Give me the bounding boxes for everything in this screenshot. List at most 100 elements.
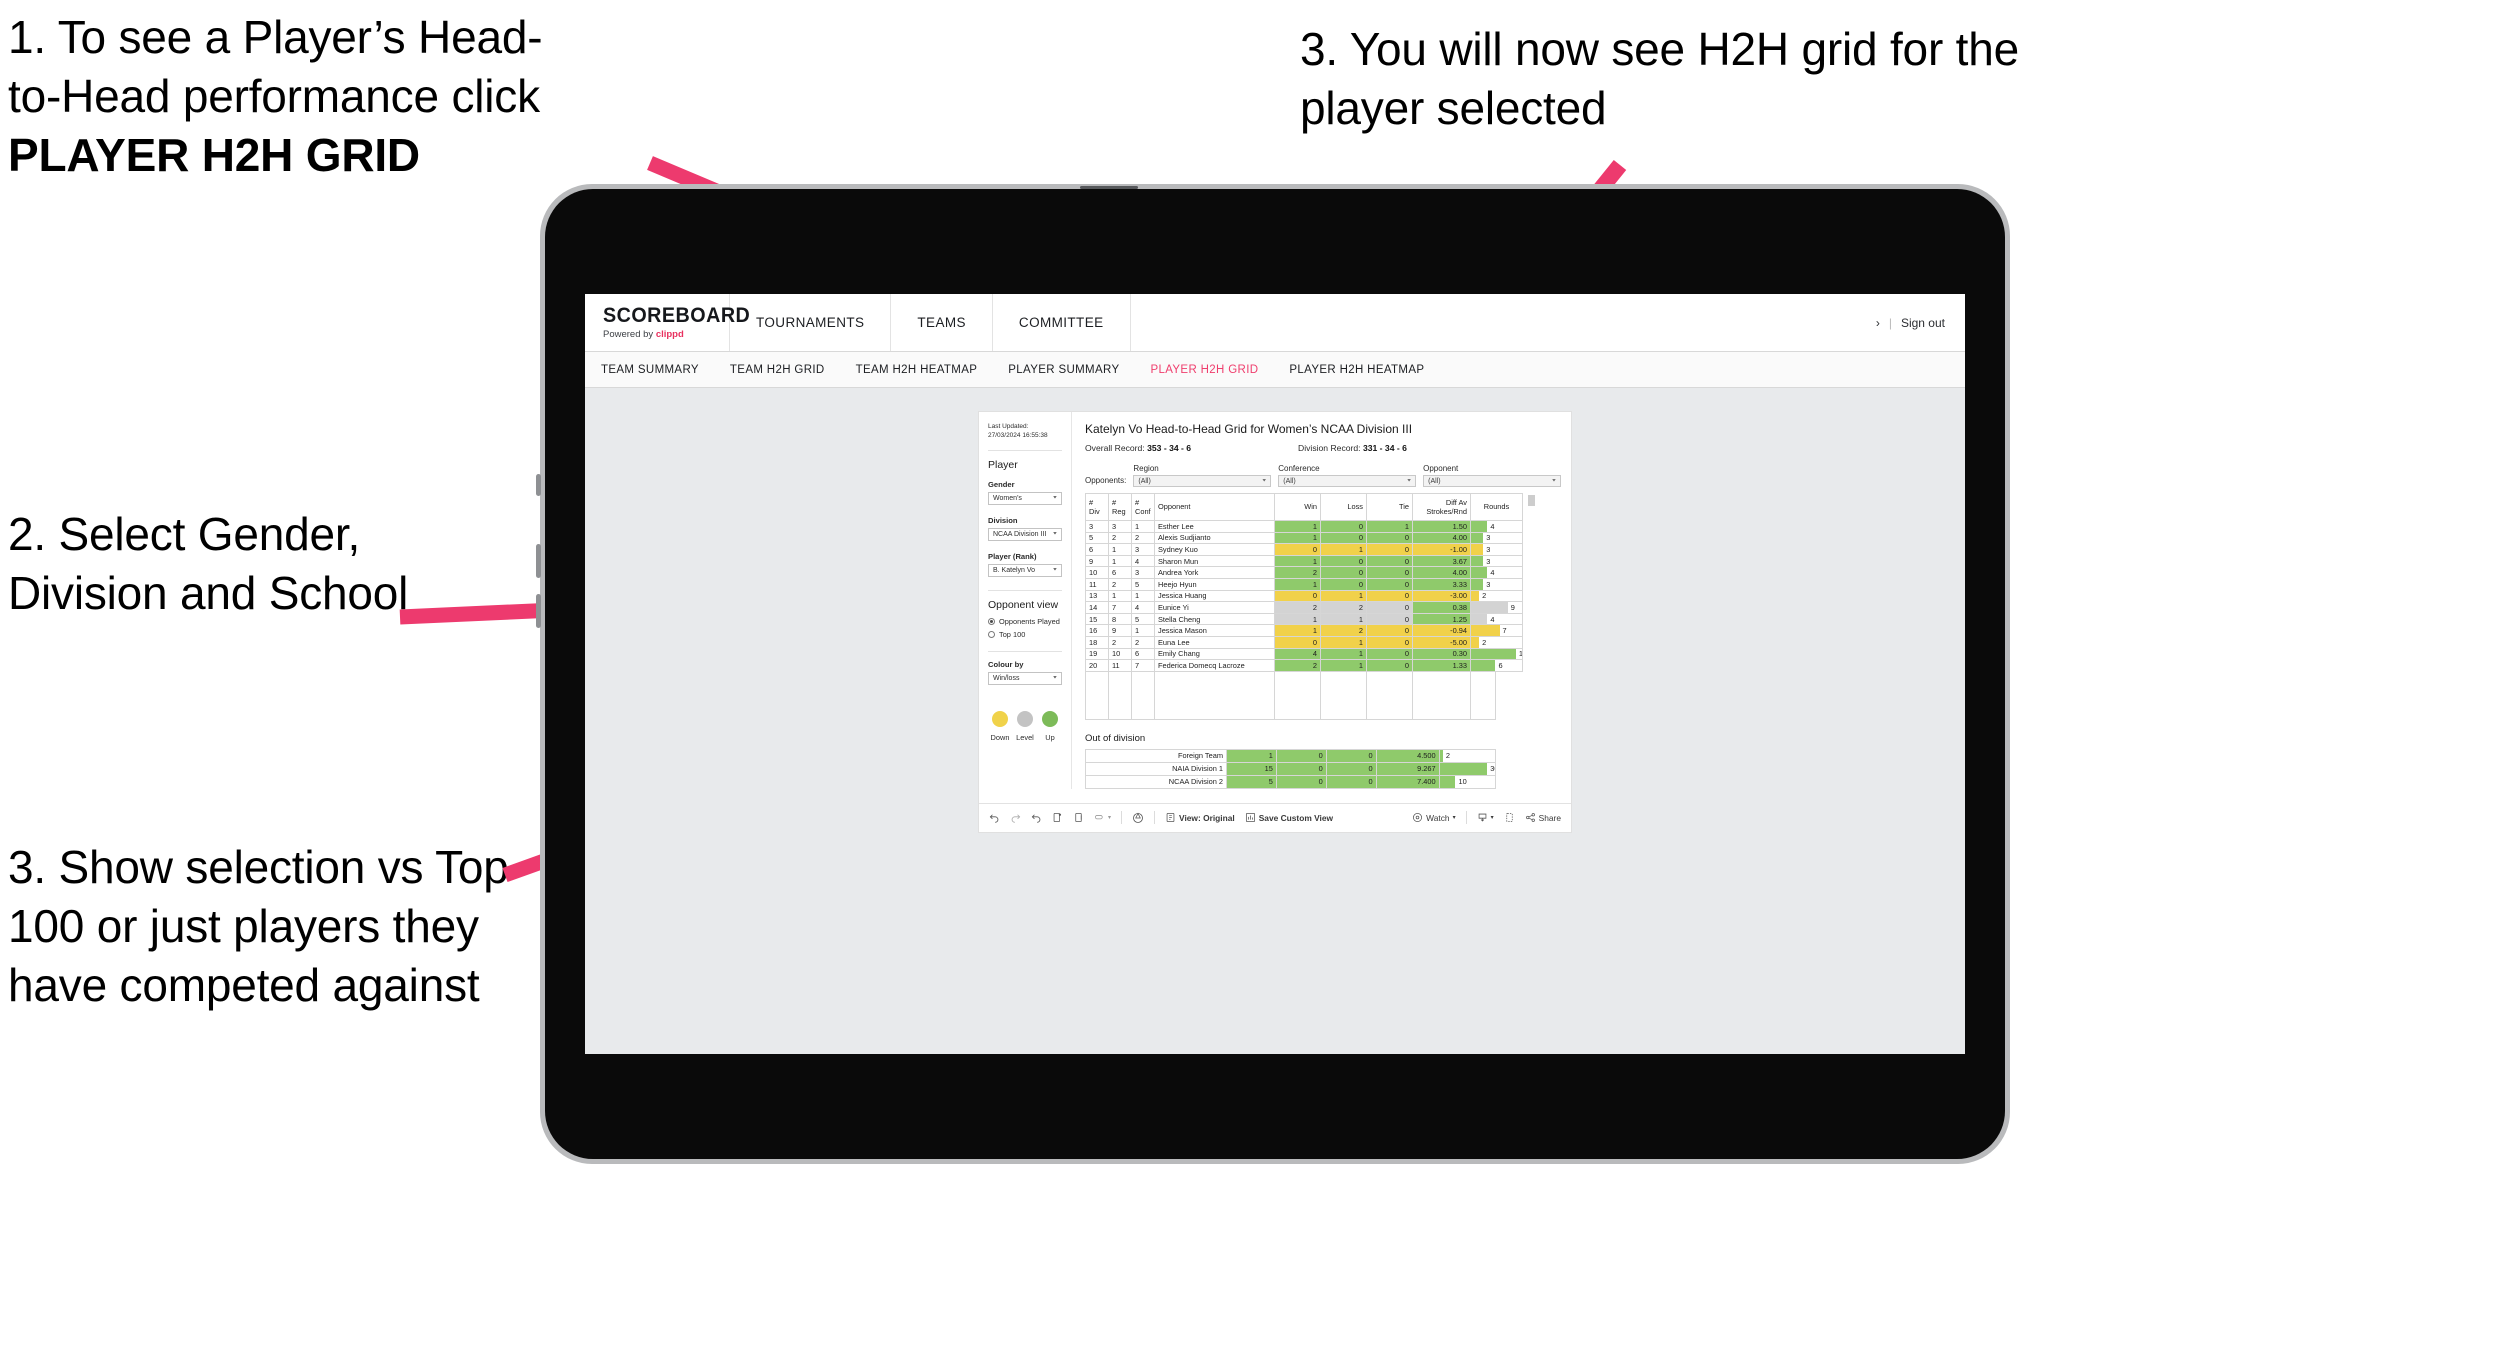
chevron-down-icon: ▾ bbox=[1490, 815, 1494, 822]
chevron-down-icon: ▼ bbox=[1261, 478, 1268, 484]
pause-updates-button[interactable] bbox=[1073, 812, 1084, 823]
tableau-toolbar: ▾ View: Original Save Custom View Watch ▾… bbox=[979, 802, 1571, 832]
table-row[interactable]: 19106Emily Chang4100.3011 bbox=[1085, 647, 1523, 661]
out-of-division-row[interactable]: Foreign Team 1 0 0 4.500 2 bbox=[1085, 748, 1497, 763]
radio-top-100[interactable]: Top 100 bbox=[988, 630, 1062, 639]
table-row[interactable]: 18 2 2 Euna Lee 0 1 0 -5.00 2 bbox=[1085, 635, 1523, 649]
table-row[interactable]: 14 7 4 Eunice Yi 2 2 0 0.38 9 bbox=[1085, 601, 1523, 614]
save-custom-view-button[interactable]: Save Custom View bbox=[1245, 812, 1333, 823]
table-row[interactable]: 20 11 7 Federica Domecq Lacroze 2 1 0 1.33 6 bbox=[1085, 659, 1523, 672]
table-row[interactable]: 16 9 1 Jessica Mason 1 2 0 -0.94 7 bbox=[1085, 624, 1523, 637]
col-diff-av-strokes: Diff Av Strokes/Rnd bbox=[1412, 493, 1471, 521]
cell-tie: 0 bbox=[1325, 761, 1377, 776]
out-of-division-row[interactable]: NAIA Division 115009.26730 bbox=[1085, 761, 1497, 776]
filter-select[interactable]: (All) ▼ bbox=[1278, 475, 1417, 487]
table-row[interactable]: 13 1 1 Jessica Huang 0 1 0 -3.00 2 bbox=[1085, 589, 1523, 603]
cell-reg: 2 bbox=[1108, 577, 1132, 591]
radio-icon[interactable] bbox=[988, 617, 995, 625]
revert-button[interactable] bbox=[1031, 812, 1042, 823]
tab-player-summary[interactable]: PLAYER SUMMARY bbox=[1008, 364, 1119, 376]
table-row[interactable]: 10 6 3 Andrea York 2 0 0 4.00 4 bbox=[1085, 566, 1523, 579]
cell-opponent: Heejo Hyun bbox=[1154, 577, 1275, 591]
tab-team-h2h-grid[interactable]: TEAM H2H GRID bbox=[730, 364, 825, 376]
chevron-down-icon: ▼ bbox=[1551, 478, 1557, 484]
control-value: B. Katelyn Vo bbox=[993, 566, 1036, 574]
brand-logo[interactable]: SCOREBOARD Powered by clippd bbox=[585, 294, 750, 351]
filter-select[interactable]: (All) ▼ bbox=[1423, 475, 1561, 487]
filter-value: (All) bbox=[1138, 477, 1151, 485]
filter-select[interactable]: (All) ▼ bbox=[1133, 475, 1272, 487]
last-updated-text: Last Updated: 27/03/2024 16:55:38 bbox=[988, 423, 1048, 440]
cell-diff-av-strokes: 9.267 bbox=[1375, 761, 1440, 776]
tab-player-h2h-grid[interactable]: PLAYER H2H GRID bbox=[1150, 364, 1258, 376]
cell-conf: 4 bbox=[1131, 554, 1155, 568]
radio-opponents-played[interactable]: Opponents Played bbox=[988, 617, 1062, 626]
table-row[interactable]: 3 3 1 Esther Lee 1 0 1 1.50 4 bbox=[1085, 520, 1523, 533]
control-gender: Gender Women’s ▼ bbox=[988, 480, 1062, 505]
cell-tie: 0 bbox=[1325, 748, 1377, 763]
table-row[interactable]: 6 1 3 Sydney Kuo 0 1 0 -1.00 3 bbox=[1085, 543, 1523, 556]
view-original-button[interactable]: View: Original bbox=[1165, 812, 1235, 823]
cell-opponent: Emily Chang bbox=[1154, 647, 1275, 661]
cell-div: 3 bbox=[1085, 520, 1109, 533]
cell-conf: 2 bbox=[1131, 635, 1155, 649]
share-button[interactable]: Share bbox=[1525, 812, 1561, 823]
reset-filters-button[interactable] bbox=[1132, 812, 1144, 824]
dashboard-tab-strip: TEAM SUMMARY TEAM H2H GRID TEAM H2H HEATMA… bbox=[585, 352, 1965, 388]
cell-conf: 1 bbox=[1131, 624, 1155, 637]
undo-button[interactable] bbox=[989, 812, 1000, 823]
divider bbox=[988, 589, 1062, 591]
nav-tournaments[interactable]: TOURNAMENTS bbox=[730, 294, 892, 351]
cell-div: 9 bbox=[1085, 554, 1109, 568]
fullscreen-button[interactable] bbox=[1504, 812, 1515, 823]
cell-diff-av-strokes: -0.94 bbox=[1412, 624, 1471, 637]
power-button bbox=[536, 474, 541, 496]
tab-team-h2h-heatmap[interactable]: TEAM H2H HEATMAP bbox=[856, 364, 978, 376]
cell-loss: 0 bbox=[1275, 748, 1327, 763]
nav-committee[interactable]: COMMITTEE bbox=[993, 294, 1131, 351]
app-header: SCOREBOARD Powered by clippd TOURNAMENTS… bbox=[585, 294, 1965, 352]
cell-rounds: 7 bbox=[1470, 624, 1523, 637]
col-opponent: Opponent bbox=[1154, 493, 1275, 521]
control-player-rank: Player (Rank) B. Katelyn Vo ▼ bbox=[988, 552, 1062, 577]
cell-rounds: 10 bbox=[1438, 774, 1497, 789]
watch-button[interactable]: Watch ▾ bbox=[1412, 812, 1456, 823]
chevron-down-icon: ▼ bbox=[1052, 568, 1058, 573]
colour-by-select[interactable]: Win/loss ▼ bbox=[988, 671, 1062, 685]
tablet-screen-bezel: SCOREBOARD Powered by clippd TOURNAMENTS… bbox=[545, 189, 2005, 1159]
table-scrollbar[interactable] bbox=[1528, 493, 1535, 720]
legend-dot-up bbox=[1042, 710, 1058, 727]
cell-win: 1 bbox=[1274, 554, 1321, 568]
redo-button[interactable] bbox=[1010, 812, 1021, 823]
nav-teams[interactable]: TEAMS bbox=[891, 294, 993, 351]
cell-div: 13 bbox=[1085, 589, 1109, 603]
cell-conf: 4 bbox=[1131, 601, 1155, 614]
table-row[interactable]: 9 1 4 Sharon Mun 1 0 0 3.67 3 bbox=[1085, 554, 1523, 568]
control-select[interactable]: B. Katelyn Vo ▼ bbox=[988, 563, 1062, 577]
legend-label-level: Level bbox=[1016, 732, 1034, 742]
table-row[interactable]: 15 8 5 Stella Cheng 1 1 0 1.25 4 bbox=[1085, 612, 1523, 626]
out-of-division-heading: Out of division bbox=[1085, 732, 1146, 744]
table-scrollbar-thumb[interactable] bbox=[1528, 495, 1535, 506]
annotation-1-bold: PLAYER H2H GRID bbox=[8, 128, 420, 181]
out-of-division-row[interactable]: NCAA Division 2 5 0 0 7.400 10 bbox=[1085, 774, 1497, 789]
radio-icon[interactable] bbox=[988, 630, 995, 638]
col-win: Win bbox=[1274, 493, 1321, 521]
control-select[interactable]: NCAA Division III ▼ bbox=[988, 527, 1062, 541]
cell-tie: 0 bbox=[1366, 624, 1413, 637]
highlight-button[interactable]: ▾ bbox=[1094, 812, 1111, 823]
annotation-step-1: 1. To see a Player’s Head- to-Head perfo… bbox=[8, 8, 748, 185]
chevron-right-icon[interactable]: › bbox=[1876, 316, 1880, 330]
tab-team-summary[interactable]: TEAM SUMMARY bbox=[601, 364, 699, 376]
table-row[interactable]: 11 2 5 Heejo Hyun 1 0 0 3.33 3 bbox=[1085, 577, 1523, 591]
filter-label: Region bbox=[1133, 464, 1159, 473]
sign-out-link[interactable]: Sign out bbox=[1901, 316, 1945, 330]
table-row[interactable]: 5 2 2 Alexis Sudjianto 1 0 0 4.00 3 bbox=[1085, 531, 1523, 545]
tab-player-h2h-heatmap[interactable]: PLAYER H2H HEATMAP bbox=[1289, 364, 1424, 376]
cell-loss: 1 bbox=[1320, 543, 1367, 556]
control-select[interactable]: Women’s ▼ bbox=[988, 491, 1062, 505]
opponent-filters: Opponents: Region (All) ▼ Conference (All) ▼ O… bbox=[1085, 464, 1561, 487]
download-button[interactable]: ▾ bbox=[1477, 812, 1494, 823]
refresh-data-button[interactable] bbox=[1052, 812, 1063, 823]
cell-rounds: 6 bbox=[1470, 659, 1523, 672]
